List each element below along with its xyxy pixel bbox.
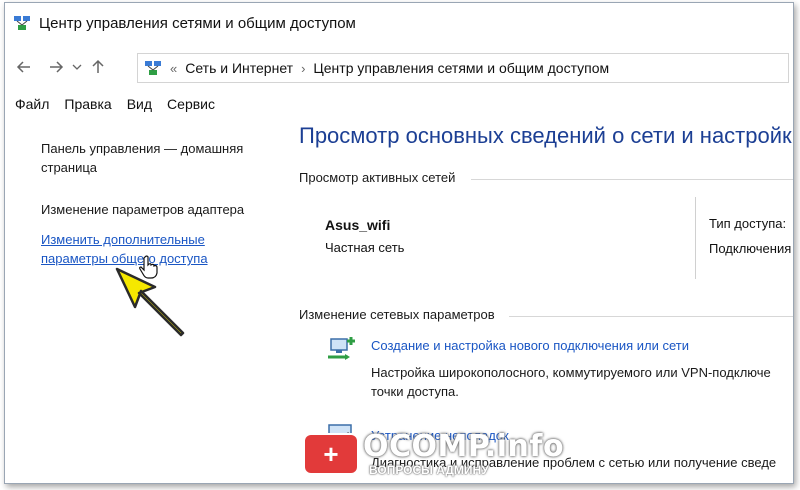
section-divider bbox=[509, 316, 793, 317]
recent-locations-button[interactable] bbox=[69, 54, 85, 80]
network-divider bbox=[695, 197, 696, 279]
active-networks-header: Просмотр активных сетей bbox=[299, 170, 456, 185]
breadcrumb-separator[interactable]: › bbox=[301, 61, 305, 76]
up-button[interactable] bbox=[85, 54, 111, 80]
chevron-down-icon bbox=[72, 64, 82, 70]
hand-cursor-icon bbox=[139, 255, 158, 279]
change-settings-header: Изменение сетевых параметров bbox=[299, 307, 495, 322]
arrow-left-icon bbox=[16, 61, 30, 73]
new-connection-icon bbox=[328, 337, 355, 360]
network-category-link[interactable]: Частная сеть bbox=[325, 240, 404, 255]
watermark: + OCOMP.info ВОПРОСЫ АДМИНУ bbox=[305, 429, 564, 481]
address-bar[interactable]: « Сеть и Интернет › Центр управления сет… bbox=[137, 53, 789, 83]
title-bar: Центр управления сетями и общим доступом bbox=[5, 3, 793, 43]
navigation-row: « Сеть и Интернет › Центр управления сет… bbox=[5, 49, 793, 85]
menu-bar: Файл Правка Вид Сервис bbox=[15, 91, 230, 117]
control-panel-home-link[interactable]: Панель управления — домашняя страница bbox=[41, 139, 271, 177]
new-connection-link[interactable]: Создание и настройка нового подключения … bbox=[371, 338, 689, 353]
window-title: Центр управления сетями и общим доступом bbox=[39, 14, 356, 32]
network-center-icon bbox=[145, 61, 161, 75]
breadcrumb-network-internet[interactable]: Сеть и Интернет bbox=[185, 60, 293, 76]
menu-edit[interactable]: Правка bbox=[64, 96, 111, 112]
section-divider bbox=[471, 179, 793, 180]
back-button[interactable] bbox=[11, 54, 37, 80]
new-connection-desc-line2: точки доступа. bbox=[371, 384, 459, 399]
menu-view[interactable]: Вид bbox=[127, 96, 152, 112]
menu-file[interactable]: Файл bbox=[15, 96, 49, 112]
watermark-badge: + bbox=[305, 435, 357, 473]
forward-button[interactable] bbox=[43, 54, 69, 80]
arrow-up-icon bbox=[92, 59, 104, 73]
advanced-sharing-link[interactable]: Изменить дополнительные параметры общего… bbox=[41, 230, 231, 268]
access-type-label: Тип доступа: bbox=[709, 216, 787, 231]
network-center-icon bbox=[14, 16, 30, 30]
watermark-brand: OCOMP.info bbox=[363, 429, 565, 464]
watermark-tagline: ВОПРОСЫ АДМИНУ bbox=[369, 463, 489, 477]
adapter-settings-link[interactable]: Изменение параметров адаптера bbox=[41, 200, 271, 219]
menu-tools[interactable]: Сервис bbox=[167, 96, 215, 112]
arrow-right-icon bbox=[50, 61, 64, 73]
breadcrumb-overflow[interactable]: « bbox=[170, 61, 177, 76]
connections-label: Подключения bbox=[709, 241, 792, 256]
network-name: Asus_wifi bbox=[325, 217, 391, 233]
window: Центр управления сетями и общим доступом bbox=[4, 2, 794, 484]
page-title: Просмотр основных сведений о сети и наст… bbox=[299, 123, 794, 148]
plus-icon: + bbox=[323, 439, 339, 469]
new-connection-desc-line1: Настройка широкополосного, коммутируемог… bbox=[371, 365, 771, 380]
breadcrumb-network-center[interactable]: Центр управления сетями и общим доступом bbox=[313, 60, 609, 76]
